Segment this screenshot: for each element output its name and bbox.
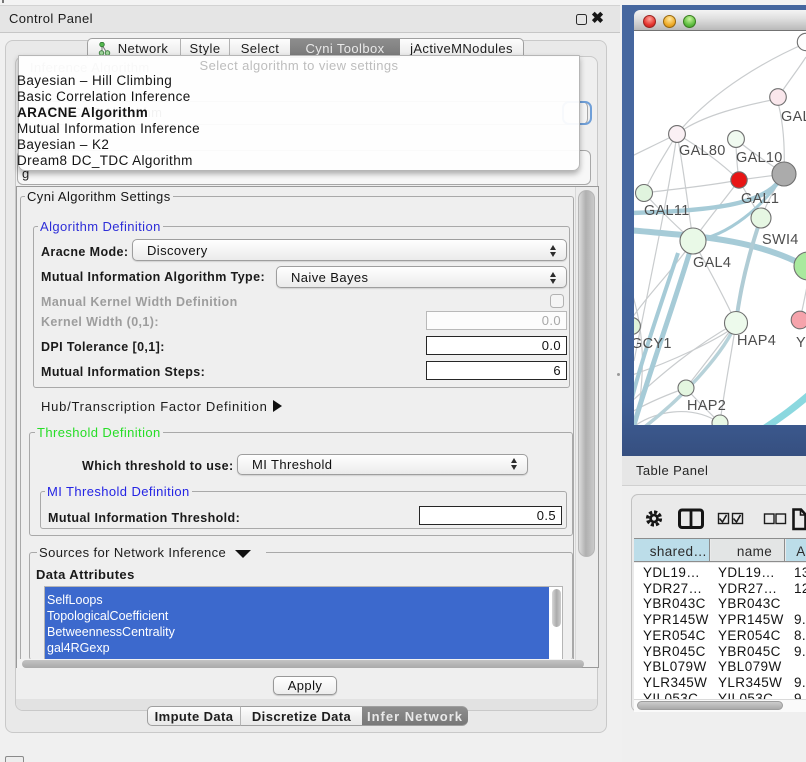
svg-text:GAL80: GAL80 bbox=[679, 143, 726, 159]
svg-text:Y: Y bbox=[796, 335, 806, 351]
svg-text:GAL7: GAL7 bbox=[781, 109, 806, 125]
svg-text:GAL4: GAL4 bbox=[693, 255, 731, 271]
svg-text:HAP4: HAP4 bbox=[737, 333, 776, 349]
svg-text:HAP2: HAP2 bbox=[687, 398, 726, 414]
svg-text:GAL10: GAL10 bbox=[736, 150, 783, 166]
svg-text:GCY1: GCY1 bbox=[634, 336, 672, 352]
svg-text:SWI4: SWI4 bbox=[762, 232, 799, 248]
svg-text:GAL11: GAL11 bbox=[644, 203, 690, 219]
svg-text:GAL1: GAL1 bbox=[741, 191, 779, 207]
